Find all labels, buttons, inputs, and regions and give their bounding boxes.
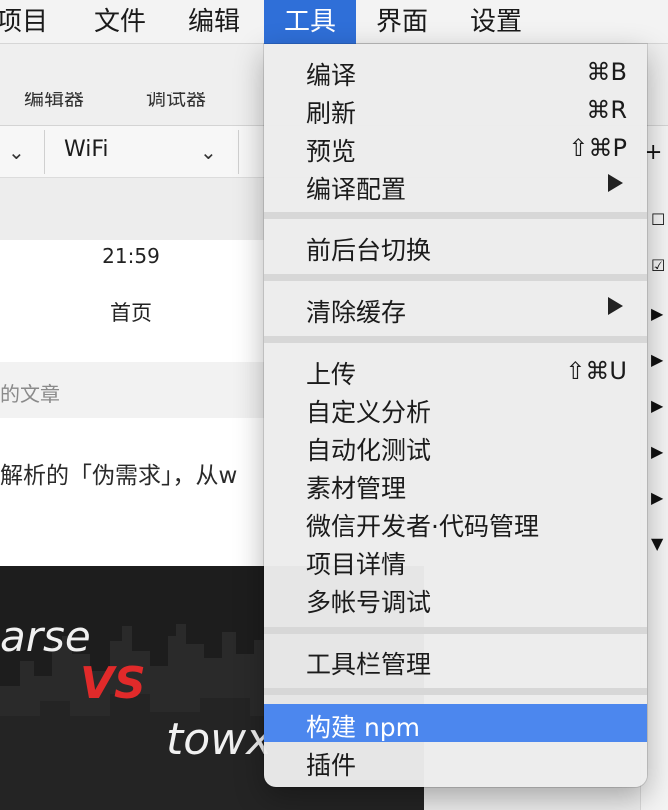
menu-item-label: 预览 [306, 137, 357, 166]
menu-item-multi-account-debug[interactable]: 多帐号调试 [264, 579, 647, 617]
menu-item-compile[interactable]: 编译 ⌘B [264, 52, 647, 90]
menu-item-code-management[interactable]: 微信开发者·代码管理 [264, 503, 647, 541]
shortcut-label: ⌘B [586, 58, 627, 86]
menu-item-clear-cache[interactable]: 清除缓存 [264, 289, 647, 327]
menu-item-automated-test[interactable]: 自动化测试 [264, 427, 647, 465]
section-label: 的文章 [0, 382, 60, 406]
status-time: 21:59 [102, 244, 160, 268]
menu-file[interactable]: 文件 [94, 0, 146, 44]
menu-item-project-details[interactable]: 项目详情 [264, 541, 647, 579]
menu-item-label: 多帐号调试 [306, 588, 432, 617]
menu-separator [264, 336, 647, 343]
menu-item-label: 编译 [306, 61, 357, 90]
menubar: 项目 文件 编辑 工具 界面 设置 [0, 0, 668, 44]
submenu-arrow-icon [608, 297, 623, 315]
menu-item-compile-config[interactable]: 编译配置 [264, 166, 647, 204]
menu-settings[interactable]: 设置 [470, 0, 522, 44]
menu-item-asset-management[interactable]: 素材管理 [264, 465, 647, 503]
expand-arrow-icon[interactable]: ▶ [651, 304, 663, 323]
menu-item-label: 项目详情 [306, 550, 407, 579]
menu-item-label: 素材管理 [306, 474, 407, 503]
menu-item-label: 工具栏管理 [306, 650, 432, 679]
selector-divider [238, 130, 239, 174]
chevron-down-icon[interactable]: ⌄ [200, 140, 217, 164]
shortcut-label: ⇧⌘U [565, 357, 627, 385]
menu-separator [264, 688, 647, 695]
menu-interface[interactable]: 界面 [376, 0, 428, 44]
menu-item-label: 构建 npm [306, 713, 421, 742]
menu-item-fg-bg-switch[interactable]: 前后台切换 [264, 227, 647, 265]
menu-separator [264, 212, 647, 219]
expand-arrow-icon[interactable]: ▶ [651, 350, 663, 369]
shortcut-label: ⌘R [586, 96, 627, 124]
menu-item-toolbar-management[interactable]: 工具栏管理 [264, 641, 647, 679]
menu-item-label: 前后台切换 [306, 236, 432, 265]
menu-item-plugins[interactable]: 插件 [264, 742, 647, 780]
menu-item-preview[interactable]: 预览 ⇧⌘P [264, 128, 647, 166]
submenu-arrow-icon [608, 174, 623, 192]
menu-item-upload[interactable]: 上传 ⇧⌘U [264, 351, 647, 389]
menu-edit[interactable]: 编辑 [188, 0, 240, 44]
menu-item-label: 微信开发者·代码管理 [306, 512, 539, 541]
menu-item-label: 清除缓存 [306, 298, 407, 327]
menu-item-refresh[interactable]: 刷新 ⌘R [264, 90, 647, 128]
network-select[interactable]: WiFi [64, 137, 109, 162]
menu-item-label: 上传 [306, 360, 357, 389]
menu-item-label: 插件 [306, 751, 357, 780]
menu-item-build-npm[interactable]: 构建 npm [264, 704, 647, 742]
hero-word-left: arse [0, 612, 91, 661]
menu-project[interactable]: 项目 [0, 0, 48, 44]
checkbox-icon[interactable]: ☐ [651, 210, 665, 229]
menu-tools[interactable]: 工具 [264, 0, 357, 44]
menu-item-label: 自定义分析 [306, 398, 432, 427]
article-excerpt[interactable]: 解析的「伪需求」，从w [0, 456, 237, 490]
chevron-down-icon[interactable]: ⌄ [8, 140, 25, 164]
expand-arrow-icon[interactable]: ▶ [651, 396, 663, 415]
tools-menu: 编译 ⌘B 刷新 ⌘R 预览 ⇧⌘P 编译配置 前后台切换 清除缓存 上传 ⇧⌘… [264, 44, 647, 787]
hero-word-right: towx [166, 714, 273, 765]
menu-item-label: 自动化测试 [306, 436, 432, 465]
hero-vs: VS [80, 658, 146, 709]
collapse-arrow-icon[interactable]: ▼ [651, 534, 663, 553]
menu-item-label: 刷新 [306, 99, 357, 128]
menu-item-custom-analytics[interactable]: 自定义分析 [264, 389, 647, 427]
selector-divider [44, 130, 45, 174]
shortcut-label: ⇧⌘P [568, 134, 627, 162]
menu-separator [264, 274, 647, 281]
menu-item-label: 编译配置 [306, 175, 407, 204]
expand-arrow-icon[interactable]: ▶ [651, 442, 663, 461]
menu-separator [264, 627, 647, 634]
expand-arrow-icon[interactable]: ▶ [651, 488, 663, 507]
nav-title: 首页 [110, 301, 152, 325]
checkbox-checked-icon[interactable]: ☑ [651, 256, 665, 275]
